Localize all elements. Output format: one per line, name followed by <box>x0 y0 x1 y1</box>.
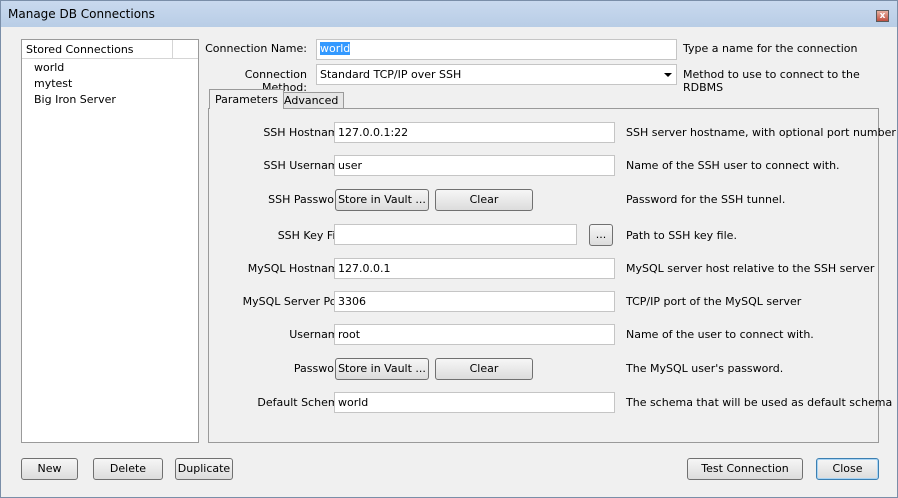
default-schema-label: Default Schema: <box>257 396 349 409</box>
list-item[interactable]: mytest <box>34 77 72 90</box>
clear-password-button[interactable]: Clear <box>435 358 533 380</box>
ssh-hostname-help: SSH server hostname, with optional port … <box>626 126 896 139</box>
manage-db-connections-window: Manage DB Connections x Stored Connectio… <box>0 0 898 498</box>
ssh-key-file-input[interactable] <box>334 224 577 245</box>
ssh-password-help: Password for the SSH tunnel. <box>626 193 786 206</box>
ssh-username-help: Name of the SSH user to connect with. <box>626 159 840 172</box>
mysql-port-label: MySQL Server Port: <box>242 295 349 308</box>
mysql-port-help: TCP/IP port of the MySQL server <box>626 295 802 308</box>
list-item[interactable]: Big Iron Server <box>34 93 116 106</box>
mysql-hostname-input[interactable]: 127.0.0.1 <box>334 258 615 279</box>
connection-name-input[interactable]: world <box>316 39 677 60</box>
default-schema-help: The schema that will be used as default … <box>626 396 893 409</box>
store-in-vault-button[interactable]: Store in Vault ... <box>335 358 429 380</box>
connection-method-value: Standard TCP/IP over SSH <box>320 68 462 81</box>
tab-parameters[interactable]: Parameters <box>209 89 284 109</box>
connection-name-value: world <box>320 42 351 55</box>
new-button[interactable]: New <box>21 458 78 480</box>
ssh-store-in-vault-button[interactable]: Store in Vault ... <box>335 189 429 211</box>
duplicate-button[interactable]: Duplicate <box>175 458 233 480</box>
ssh-username-input[interactable]: user <box>334 155 615 176</box>
mysql-hostname-label: MySQL Hostname: <box>247 262 349 275</box>
ssh-clear-password-button[interactable]: Clear <box>435 189 533 211</box>
connection-name-label: Connection Name: <box>205 42 307 55</box>
title-bar: Manage DB Connections x <box>1 1 897 27</box>
close-button[interactable]: Close <box>816 458 879 480</box>
ssh-key-file-label: SSH Key File: <box>277 229 349 242</box>
tab-advanced[interactable]: Advanced <box>278 92 345 108</box>
chevron-down-icon <box>664 73 672 77</box>
password-help: The MySQL user's password. <box>626 362 784 375</box>
window-title: Manage DB Connections <box>8 7 155 21</box>
connection-method-select[interactable]: Standard TCP/IP over SSH <box>316 64 677 85</box>
username-label: Username: <box>289 328 349 341</box>
list-header: Stored Connections <box>22 40 198 59</box>
connection-method-help: Method to use to connect to the RDBMS <box>683 68 860 94</box>
mysql-hostname-help: MySQL server host relative to the SSH se… <box>626 262 875 275</box>
connection-name-help: Type a name for the connection <box>683 42 858 55</box>
ssh-hostname-input[interactable]: 127.0.0.1:22 <box>334 122 615 143</box>
test-connection-button[interactable]: Test Connection <box>687 458 803 480</box>
mysql-port-input[interactable]: 3306 <box>334 291 615 312</box>
username-input[interactable]: root <box>334 324 615 345</box>
password-label: Password: <box>293 362 349 375</box>
delete-button[interactable]: Delete <box>93 458 163 480</box>
ssh-key-file-help: Path to SSH key file. <box>626 229 737 242</box>
default-schema-input[interactable]: world <box>334 392 615 413</box>
ssh-hostname-label: SSH Hostname: <box>263 126 349 139</box>
ssh-password-label: SSH Password: <box>268 193 349 206</box>
browse-key-file-button[interactable]: ... <box>589 224 613 246</box>
ssh-username-label: SSH Username: <box>263 159 349 172</box>
close-icon[interactable]: x <box>876 10 889 22</box>
stored-connections-list[interactable]: Stored Connections world mytest Big Iron… <box>21 39 199 443</box>
username-help: Name of the user to connect with. <box>626 328 814 341</box>
list-header-label: Stored Connections <box>26 43 134 56</box>
list-item[interactable]: world <box>34 61 64 74</box>
